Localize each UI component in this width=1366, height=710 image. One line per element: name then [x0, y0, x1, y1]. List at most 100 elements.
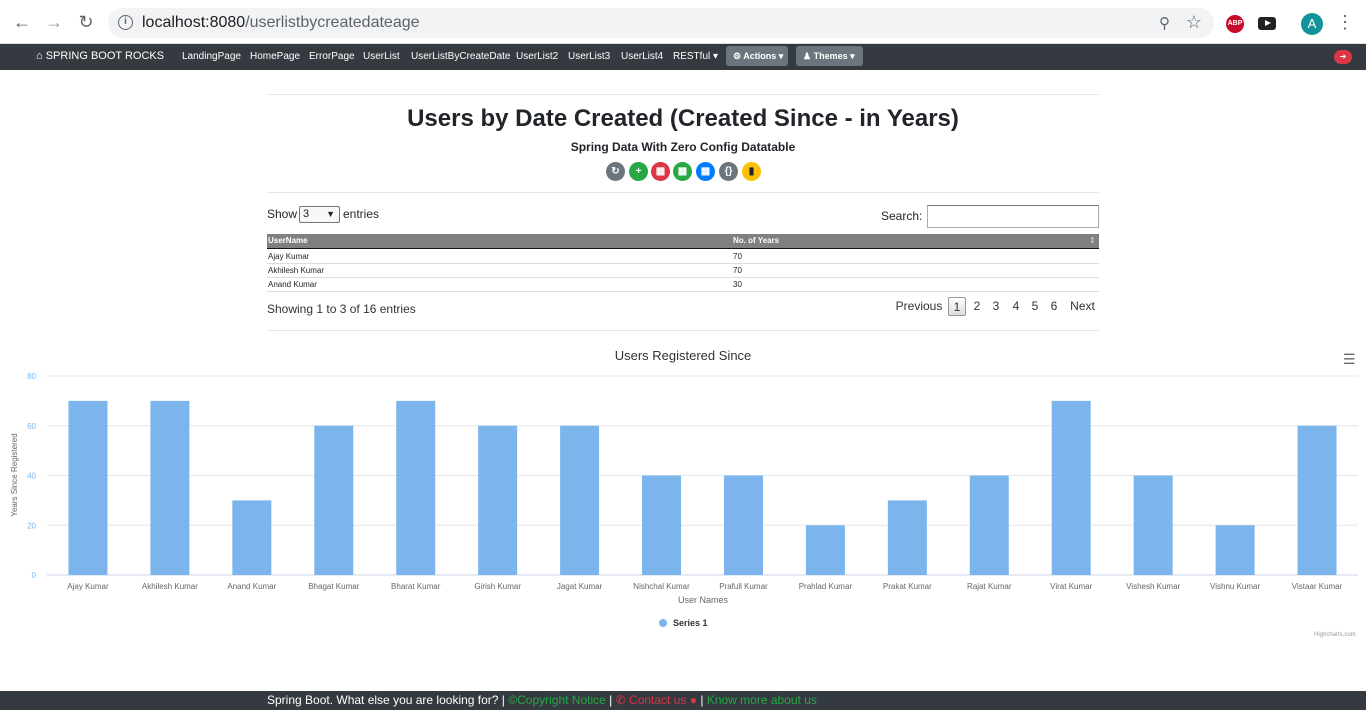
- gear-icon: ⚙: [733, 51, 742, 61]
- x-tick-label: Anand Kumar: [227, 582, 276, 591]
- file-icon: ▮: [748, 166, 755, 177]
- nav-user-list3[interactable]: UserList3: [568, 51, 610, 62]
- plus-icon: +: [635, 166, 642, 177]
- refresh-icon: ↻: [611, 166, 620, 177]
- pagination-page-5[interactable]: 5: [1027, 297, 1043, 316]
- page-subtitle: Spring Data With Zero Config Datatable: [570, 140, 796, 154]
- home-icon: ⌂: [36, 50, 43, 62]
- themes-dropdown-button[interactable]: ♟ Themes ▾: [796, 46, 863, 66]
- logout-icon[interactable]: ➜: [1334, 50, 1352, 64]
- footer-text: Spring Boot. What else you are looking f…: [267, 693, 505, 707]
- pagination-page-4[interactable]: 4: [1008, 297, 1024, 316]
- footer-line: Spring Boot. What else you are looking f…: [267, 693, 817, 707]
- bookmark-star-icon[interactable]: ☆: [1186, 12, 1202, 33]
- address-bar[interactable]: i localhost:8080/userlistbycreatedateage…: [108, 8, 1214, 38]
- json-icon: {}: [724, 166, 733, 177]
- entries-select[interactable]: 3 ▼: [299, 206, 340, 223]
- export-file-button[interactable]: ▮: [742, 162, 761, 181]
- url-path: /userlistbycreatedateage: [245, 14, 420, 31]
- x-tick-label: Nishchal Kumar: [633, 582, 690, 591]
- chart-title: Users Registered Since: [614, 348, 752, 363]
- x-tick-label: Vistaar Kumar: [1292, 582, 1343, 591]
- cell-years: 70: [733, 266, 742, 275]
- nav-user-list[interactable]: UserList: [363, 51, 400, 62]
- nav-user-list2[interactable]: UserList2: [516, 51, 558, 62]
- youtube-extension-icon[interactable]: [1258, 17, 1276, 30]
- about-link[interactable]: Know more about us: [707, 693, 817, 707]
- forward-icon[interactable]: →: [44, 12, 64, 32]
- nav-user-list-by-create-date[interactable]: UserListByCreateDate: [411, 51, 510, 62]
- nav-landing-page[interactable]: LandingPage: [182, 51, 241, 62]
- caret-down-icon: ▾: [778, 51, 784, 61]
- chart-bar: [1297, 425, 1337, 575]
- site-info-icon[interactable]: i: [118, 15, 133, 30]
- caret-down-icon: ▼: [326, 209, 335, 219]
- chart-bar: [642, 475, 682, 575]
- nav-user-list4[interactable]: UserList4: [621, 51, 663, 62]
- cell-years: 30: [733, 280, 742, 289]
- entries-value: 3: [303, 208, 310, 220]
- pagination-page-3[interactable]: 3: [988, 297, 1004, 316]
- zoom-icon[interactable]: ⚲: [1159, 14, 1170, 32]
- caret-down-icon: ▾: [713, 51, 719, 62]
- caret-down-icon: ▾: [850, 51, 855, 61]
- profile-avatar[interactable]: A: [1301, 13, 1323, 35]
- cell-username: Ajay Kumar: [268, 252, 310, 261]
- footer: Spring Boot. What else you are looking f…: [0, 691, 1366, 710]
- nav-restful-dropdown[interactable]: RESTful ▾: [673, 51, 718, 62]
- brand-link[interactable]: ⌂ SPRING BOOT ROCKS: [36, 50, 164, 62]
- chart-bar: [560, 425, 600, 575]
- search-input[interactable]: [927, 205, 1099, 228]
- x-tick-label: Rajat Kumar: [967, 582, 1012, 591]
- nav-home-page[interactable]: HomePage: [250, 51, 300, 62]
- adblock-extension-icon[interactable]: ABP: [1226, 15, 1244, 33]
- pagination-previous[interactable]: Previous: [893, 297, 945, 316]
- chart-bar: [396, 400, 436, 575]
- x-tick-label: Vishnu Kumar: [1210, 582, 1260, 591]
- chart-credits[interactable]: Highcharts.com: [1314, 632, 1356, 638]
- pagination-page-1[interactable]: 1: [948, 297, 966, 316]
- chart-bar: [1133, 475, 1173, 575]
- chart-bar: [478, 425, 518, 575]
- cell-username: Anand Kumar: [268, 280, 317, 289]
- export-word-button[interactable]: ▦: [696, 162, 715, 181]
- contact-link[interactable]: ✆ Contact us ●: [616, 693, 697, 707]
- chart-bar: [232, 500, 272, 575]
- url-text[interactable]: localhost:8080/userlistbycreatedateage: [142, 14, 420, 32]
- back-icon[interactable]: ←: [12, 12, 32, 32]
- sort-icon[interactable]: ⇕: [1089, 236, 1096, 245]
- export-excel-button[interactable]: ▦: [673, 162, 692, 181]
- copyright-link[interactable]: ©Copyright Notice: [508, 693, 606, 707]
- browser-menu-icon[interactable]: ⋮: [1336, 12, 1354, 32]
- refresh-button[interactable]: ↻: [606, 162, 625, 181]
- x-tick-label: Bharat Kumar: [391, 582, 441, 591]
- column-header-years[interactable]: No. of Years: [733, 236, 779, 245]
- chart-bar: [68, 400, 108, 575]
- x-tick-label: Ajay Kumar: [67, 582, 109, 591]
- show-label: Show: [267, 207, 298, 221]
- x-tick-label: Prahlad Kumar: [799, 582, 853, 591]
- themes-label: Themes: [813, 51, 848, 61]
- y-tick-label: 20: [27, 521, 36, 530]
- x-tick-label: Prakat Kumar: [883, 582, 932, 591]
- actions-dropdown-button[interactable]: ⚙ Actions ▾: [726, 46, 788, 66]
- column-header-username[interactable]: UserName: [268, 236, 308, 245]
- pagination-page-2[interactable]: 2: [969, 297, 985, 316]
- export-pdf-button[interactable]: ▦: [651, 162, 670, 181]
- pagination-page-6[interactable]: 6: [1046, 297, 1062, 316]
- y-tick-label: 80: [27, 372, 36, 381]
- x-tick-label: Vishesh Kumar: [1126, 582, 1180, 591]
- chart-bar: [314, 425, 354, 575]
- chart-bar: [1215, 525, 1255, 575]
- legend-symbol: [659, 619, 667, 627]
- reload-icon[interactable]: ↻: [76, 12, 96, 32]
- x-tick-label: Girish Kumar: [474, 582, 521, 591]
- x-tick-label: Prafull Kumar: [719, 582, 768, 591]
- nav-error-page[interactable]: ErrorPage: [309, 51, 355, 62]
- page-title: Users by Date Created (Created Since - i…: [407, 105, 959, 132]
- add-button[interactable]: +: [629, 162, 648, 181]
- export-json-button[interactable]: {}: [719, 162, 738, 181]
- pagination-next[interactable]: Next: [1066, 297, 1099, 316]
- table-header: UserName No. of Years: [267, 234, 1099, 249]
- url-host: localhost:8080: [142, 14, 246, 31]
